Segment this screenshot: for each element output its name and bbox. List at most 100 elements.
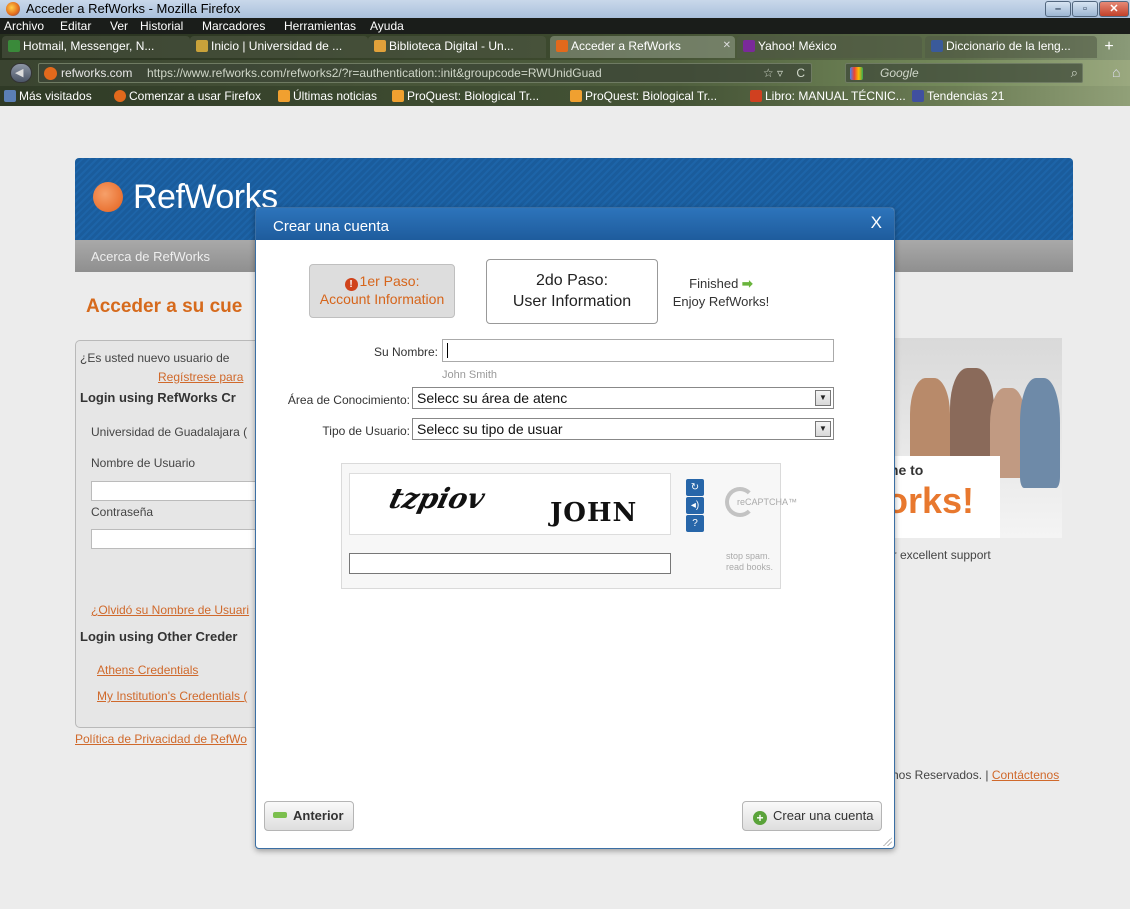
- name-input[interactable]: [442, 339, 834, 362]
- person-shape: [1020, 378, 1060, 488]
- back-button[interactable]: [10, 63, 32, 83]
- menu-marcadores[interactable]: Marcadores: [202, 19, 265, 33]
- forgot-username-link[interactable]: ¿Olvidó su Nombre de Usuari: [91, 603, 249, 617]
- minimize-button[interactable]: –: [1045, 1, 1071, 17]
- refworks-logo-icon: [93, 182, 123, 212]
- step-2-line2: User Information: [512, 293, 632, 310]
- google-icon[interactable]: [850, 67, 863, 80]
- step-1-line1-row: ! 1er Paso:: [310, 273, 454, 291]
- menu-bar: Archivo Editar Ver Historial Marcadores …: [0, 18, 1130, 34]
- tab-universidad[interactable]: Inicio | Universidad de ...: [190, 36, 368, 58]
- bookmark-ultimas-noticias[interactable]: Últimas noticias: [278, 89, 377, 103]
- contact-link[interactable]: Contáctenos: [992, 768, 1059, 782]
- nav-acerca[interactable]: Acerca de RefWorks: [91, 249, 210, 264]
- firefox-icon: [6, 2, 20, 16]
- bookmarks-bar: Más visitados Comenzar a usar Firefox Úl…: [0, 86, 1130, 106]
- dialog-title: Crear una cuenta: [273, 218, 389, 235]
- reload-icon[interactable]: C: [796, 66, 805, 80]
- step-2-user-info[interactable]: 2do Paso: User Information: [486, 259, 658, 324]
- password-field[interactable]: [91, 529, 266, 549]
- bookmark-mas-visitados[interactable]: Más visitados: [4, 89, 92, 103]
- tab-label: Diccionario de la leng...: [946, 39, 1071, 53]
- refworks-logo[interactable]: RefWorks: [93, 178, 278, 217]
- tab-label: Inicio | Universidad de ...: [211, 39, 343, 53]
- dialog-close-button[interactable]: X: [871, 213, 882, 233]
- menu-editar[interactable]: Editar: [60, 19, 91, 33]
- plus-icon: +: [753, 811, 767, 825]
- arrow-left-icon: [273, 812, 287, 818]
- step-1-line1: 1er Paso:: [359, 273, 420, 289]
- athens-link[interactable]: Athens Credentials: [97, 663, 198, 677]
- login-panel: ¿Es usted nuevo usuario de Regístrese pa…: [75, 340, 266, 728]
- captcha-word-1: tzpiov: [385, 482, 489, 515]
- tab-yahoo[interactable]: Yahoo! México: [737, 36, 922, 58]
- username-field[interactable]: [91, 481, 266, 501]
- search-box[interactable]: Google ⌕: [845, 63, 1083, 83]
- bookmark-proquest-1[interactable]: ProQuest: Biological Tr...: [392, 89, 539, 103]
- site-domain: refworks.com: [61, 66, 133, 80]
- address-bar[interactable]: refworks.com https://www.refworks.com/re…: [38, 63, 812, 83]
- url-text[interactable]: https://www.refworks.com/refworks2/?r=au…: [147, 66, 602, 80]
- tab-label: Acceder a RefWorks: [571, 39, 681, 53]
- menu-ayuda[interactable]: Ayuda: [370, 19, 404, 33]
- area-selected-value: Selecc su área de atenc: [417, 390, 568, 406]
- maximize-button[interactable]: ▫: [1072, 1, 1098, 17]
- site-identity-icon[interactable]: [44, 67, 57, 80]
- menu-historial[interactable]: Historial: [140, 19, 183, 33]
- captcha-input[interactable]: [349, 553, 671, 574]
- chevron-down-icon[interactable]: ▼: [815, 421, 831, 437]
- back-step-button[interactable]: Anterior: [264, 801, 354, 831]
- resize-handle-icon[interactable]: [882, 836, 892, 846]
- tab-diccionario-icon: [931, 40, 943, 52]
- privacy-link[interactable]: Política de Privacidad de RefWo: [75, 732, 247, 746]
- tagline-line-1: stop spam.: [726, 551, 771, 561]
- user-type-select[interactable]: Selecc su tipo de usuar ▼: [412, 418, 834, 440]
- tab-biblioteca[interactable]: Biblioteca Digital - Un...: [368, 36, 546, 58]
- window-titlebar: Acceder a RefWorks - Mozilla Firefox – ▫…: [0, 0, 1130, 18]
- tab-label: Yahoo! México: [758, 39, 837, 53]
- name-label: Su Nombre:: [373, 345, 438, 359]
- bookmark-tendencias[interactable]: Tendencias 21: [912, 89, 1004, 103]
- bookmark-star-icon[interactable]: ☆ ▿: [763, 66, 783, 80]
- welcome-brand-text: orks!: [886, 480, 975, 521]
- new-tab-button[interactable]: +: [1100, 38, 1118, 56]
- person-shape: [950, 368, 994, 468]
- tab-close-icon[interactable]: ✕: [723, 40, 731, 51]
- tab-diccionario[interactable]: Diccionario de la leng...: [925, 36, 1097, 58]
- bookmark-comenzar[interactable]: Comenzar a usar Firefox: [114, 89, 261, 103]
- tab-hotmail[interactable]: Hotmail, Messenger, N...: [2, 36, 190, 58]
- tab-refworks[interactable]: Acceder a RefWorks ✕: [550, 36, 735, 58]
- create-account-button[interactable]: + Crear una cuenta: [742, 801, 882, 831]
- home-icon[interactable]: ⌂: [1112, 64, 1120, 80]
- bookmark-label: Más visitados: [19, 89, 92, 103]
- help-icon[interactable]: ?: [686, 515, 704, 532]
- bookmark-proquest-2[interactable]: ProQuest: Biological Tr...: [570, 89, 717, 103]
- step-1-account-info[interactable]: ! 1er Paso: Account Information: [309, 264, 455, 318]
- warning-icon: !: [344, 278, 358, 291]
- step-3-finished: Finished ➡ Enjoy RefWorks!: [666, 276, 776, 316]
- bookmark-icon: [912, 90, 924, 102]
- search-icon[interactable]: ⌕: [1071, 65, 1078, 81]
- close-window-button[interactable]: ✕: [1099, 1, 1129, 17]
- captcha-word-2: JOHN: [550, 498, 638, 528]
- institution-credentials-link[interactable]: My Institution's Credentials (: [97, 689, 247, 703]
- menu-ver[interactable]: Ver: [110, 19, 128, 33]
- audio-icon[interactable]: ◂): [686, 497, 704, 514]
- refresh-icon[interactable]: ↻: [686, 479, 704, 496]
- tab-biblioteca-icon: [374, 40, 386, 52]
- footer: chos Reservados. | Contáctenos: [886, 768, 1059, 782]
- bookmark-label: ProQuest: Biological Tr...: [585, 89, 718, 103]
- register-link[interactable]: Regístrese para: [158, 370, 243, 384]
- copyright-text: chos Reservados. |: [886, 768, 989, 782]
- tab-universidad-icon: [196, 40, 208, 52]
- back-step-label: Anterior: [293, 808, 344, 823]
- menu-herramientas[interactable]: Herramientas: [284, 19, 356, 33]
- recaptcha-tagline: stop spam. read books.: [726, 551, 773, 573]
- chevron-down-icon[interactable]: ▼: [815, 390, 831, 406]
- bookmark-libro-manual[interactable]: Libro: MANUAL TÉCNIC...: [750, 89, 906, 103]
- login-other-heading: Login using Other Creder: [80, 629, 238, 644]
- bookmark-label: Tendencias 21: [927, 89, 1005, 103]
- step-3-line1: Finished: [689, 276, 739, 291]
- area-select[interactable]: Selecc su área de atenc ▼: [412, 387, 834, 409]
- menu-archivo[interactable]: Archivo: [4, 19, 44, 33]
